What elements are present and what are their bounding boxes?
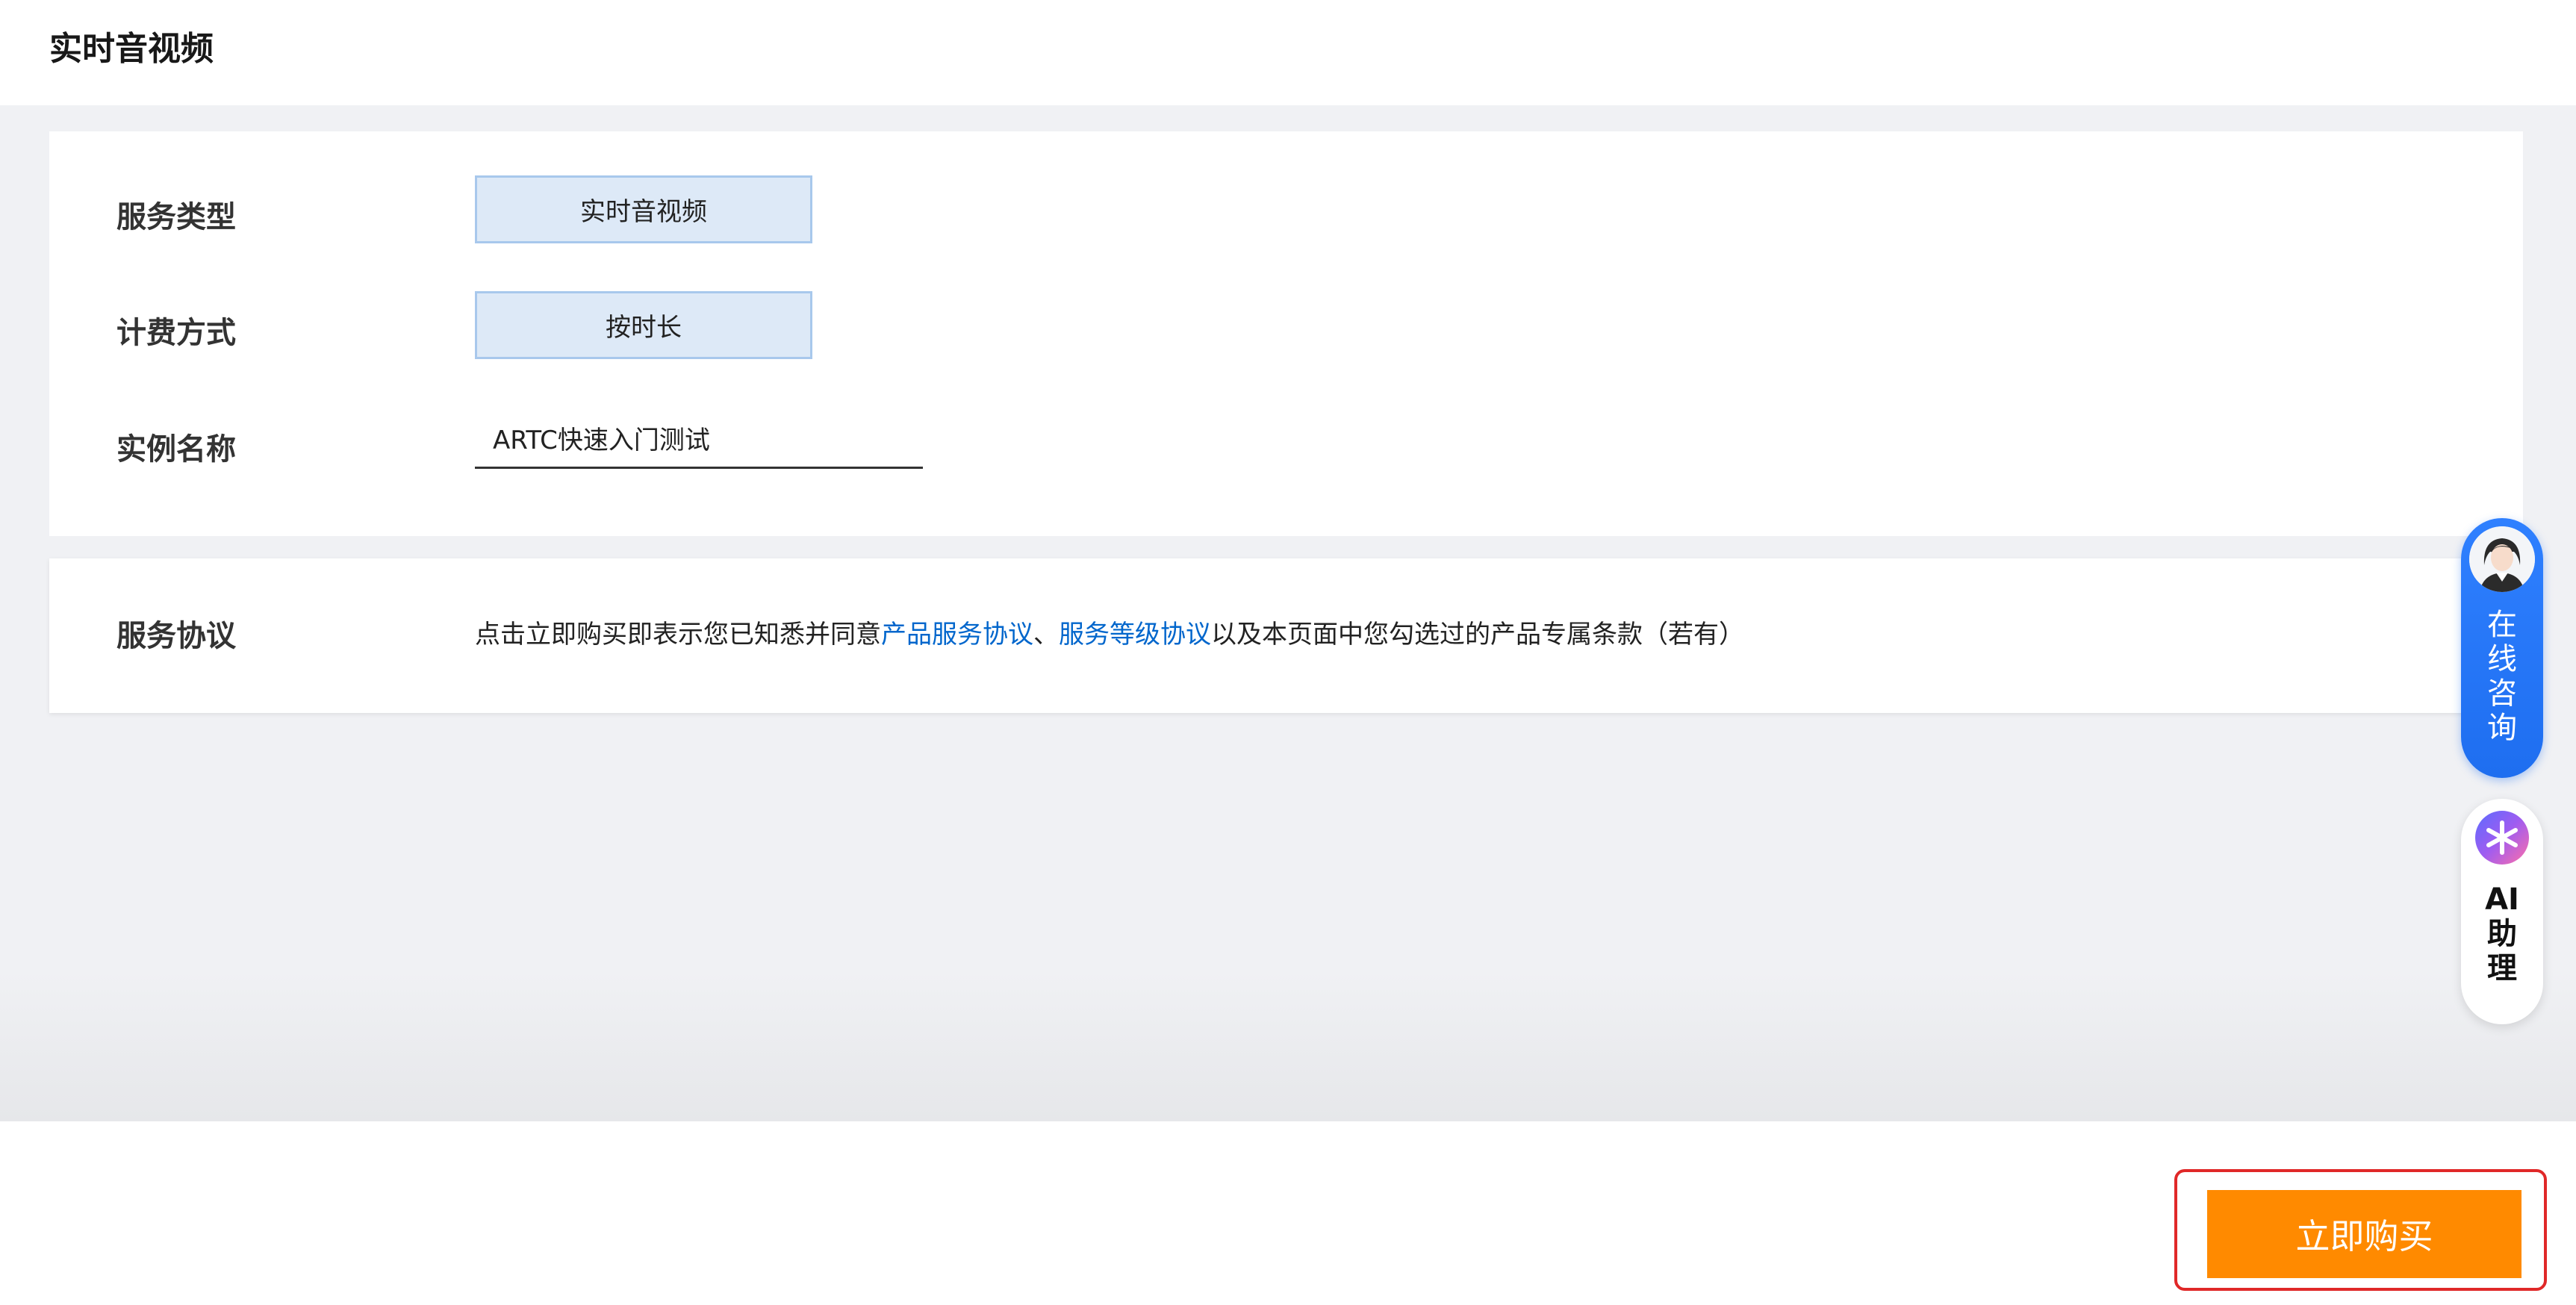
billing-method-label: 计费方式 bbox=[116, 316, 236, 350]
ai-assistant-widget[interactable]: AI 助 理 bbox=[2461, 799, 2543, 1024]
buy-now-button[interactable]: 立即购买 bbox=[2207, 1190, 2521, 1278]
agreement-separator: 、 bbox=[1033, 620, 1059, 650]
ai-char-3: 理 bbox=[2487, 951, 2517, 985]
agreement-text-after: 以及本页面中您勾选过的产品专属条款（若有） bbox=[1211, 620, 1744, 650]
service-type-option[interactable]: 实时音视频 bbox=[475, 175, 812, 243]
agreement-card: 服务协议 点击立即购买即表示您已知悉并同意产品服务协议、服务等级协议以及本页面中… bbox=[49, 558, 2523, 713]
avatar-icon bbox=[2469, 526, 2535, 592]
bottom-shade bbox=[0, 971, 2576, 1121]
service-type-label: 服务类型 bbox=[116, 200, 236, 234]
agreement-text: 点击立即购买即表示您已知悉并同意产品服务协议、服务等级协议以及本页面中您勾选过的… bbox=[475, 615, 1744, 654]
consult-char-1: 在 bbox=[2487, 608, 2517, 642]
billing-method-option[interactable]: 按时长 bbox=[475, 291, 812, 359]
ai-assistant-text: AI 助 理 bbox=[2461, 882, 2543, 985]
online-consult-widget[interactable]: 在 线 咨 询 bbox=[2461, 518, 2543, 778]
product-service-agreement-link[interactable]: 产品服务协议 bbox=[881, 620, 1033, 650]
ai-char-1: AI bbox=[2485, 882, 2519, 917]
page-title: 实时音视频 bbox=[49, 30, 214, 68]
online-consult-text: 在 线 咨 询 bbox=[2461, 608, 2543, 745]
config-card: 服务类型 实时音视频 计费方式 按时长 实例名称 bbox=[49, 131, 2523, 536]
consult-char-4: 询 bbox=[2487, 711, 2517, 745]
ai-char-2: 助 bbox=[2487, 917, 2517, 951]
agreement-text-before: 点击立即购买即表示您已知悉并同意 bbox=[475, 620, 881, 650]
ai-assistant-icon bbox=[2474, 809, 2530, 866]
instance-name-label: 实例名称 bbox=[116, 432, 236, 467]
consult-char-2: 线 bbox=[2487, 642, 2517, 676]
page-header: 实时音视频 bbox=[0, 0, 2576, 105]
consult-char-3: 咨 bbox=[2487, 676, 2517, 711]
instance-name-input[interactable] bbox=[475, 409, 923, 469]
agreement-label: 服务协议 bbox=[116, 619, 236, 653]
service-level-agreement-link[interactable]: 服务等级协议 bbox=[1059, 620, 1211, 650]
